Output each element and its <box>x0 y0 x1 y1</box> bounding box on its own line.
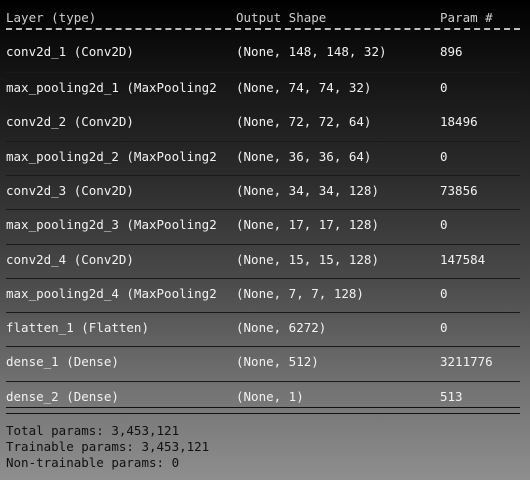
row-separator <box>6 106 520 107</box>
layer-name: dense_2 (Dense) <box>6 389 119 404</box>
param-count: 0 <box>440 217 448 232</box>
trainable-params: Trainable params: 3,453,121 <box>6 439 210 454</box>
table-row: max_pooling2d_4 (MaxPooling2 (None, 7, 7… <box>6 286 520 302</box>
table-row: conv2d_1 (Conv2D) (None, 148, 148, 32) 8… <box>6 44 520 60</box>
row-separator <box>6 278 520 279</box>
header-layer-type: Layer (type) <box>6 10 97 25</box>
row-separator <box>6 72 520 73</box>
output-shape: (None, 34, 34, 128) <box>236 183 379 198</box>
param-count: 0 <box>440 149 448 164</box>
layer-name: dense_1 (Dense) <box>6 354 119 369</box>
output-shape: (None, 36, 36, 64) <box>236 149 372 164</box>
layer-name: max_pooling2d_4 (MaxPooling2 <box>6 286 217 301</box>
output-shape: (None, 6272) <box>236 320 327 335</box>
row-separator <box>6 312 520 313</box>
layer-name: max_pooling2d_1 (MaxPooling2 <box>6 80 217 95</box>
param-count: 73856 <box>440 183 478 198</box>
header-param-count: Param # <box>440 10 493 25</box>
row-separator <box>6 381 520 382</box>
param-count: 0 <box>440 80 448 95</box>
layer-name: conv2d_1 (Conv2D) <box>6 44 134 59</box>
row-separator <box>6 209 520 210</box>
table-row: dense_1 (Dense) (None, 512) 3211776 <box>6 354 520 370</box>
model-summary: Layer (type) Output Shape Param # conv2d… <box>0 0 530 480</box>
layer-name: conv2d_2 (Conv2D) <box>6 114 134 129</box>
summary-header: Layer (type) Output Shape Param # <box>6 10 520 25</box>
param-count: 18496 <box>440 114 478 129</box>
layer-name: conv2d_4 (Conv2D) <box>6 252 134 267</box>
table-row: flatten_1 (Flatten) (None, 6272) 0 <box>6 320 520 336</box>
row-separator <box>6 346 520 347</box>
output-shape: (None, 17, 17, 128) <box>236 217 379 232</box>
totals-rule <box>6 407 520 414</box>
output-shape: (None, 1) <box>236 389 304 404</box>
param-count: 896 <box>440 44 463 59</box>
layer-name: conv2d_3 (Conv2D) <box>6 183 134 198</box>
row-separator <box>6 175 520 176</box>
table-row: max_pooling2d_1 (MaxPooling2 (None, 74, … <box>6 80 520 96</box>
output-shape: (None, 74, 74, 32) <box>236 80 372 95</box>
output-shape: (None, 512) <box>236 354 319 369</box>
param-count: 0 <box>440 320 448 335</box>
non-trainable-params: Non-trainable params: 0 <box>6 455 180 470</box>
table-row: conv2d_2 (Conv2D) (None, 72, 72, 64) 184… <box>6 114 520 130</box>
layer-name: max_pooling2d_3 (MaxPooling2 <box>6 217 217 232</box>
table-row: max_pooling2d_3 (MaxPooling2 (None, 17, … <box>6 217 520 233</box>
param-count: 513 <box>440 389 463 404</box>
param-count: 3211776 <box>440 354 493 369</box>
layer-name: max_pooling2d_2 (MaxPooling2 <box>6 149 217 164</box>
layer-name: flatten_1 (Flatten) <box>6 320 149 335</box>
header-rule <box>6 28 520 30</box>
row-separator <box>6 141 520 142</box>
table-row: dense_2 (Dense) (None, 1) 513 <box>6 389 520 405</box>
header-output-shape: Output Shape <box>236 10 327 25</box>
table-row: conv2d_3 (Conv2D) (None, 34, 34, 128) 73… <box>6 183 520 199</box>
param-count: 0 <box>440 286 448 301</box>
output-shape: (None, 15, 15, 128) <box>236 252 379 267</box>
row-separator <box>6 244 520 245</box>
table-row: max_pooling2d_2 (MaxPooling2 (None, 36, … <box>6 149 520 165</box>
table-row: conv2d_4 (Conv2D) (None, 15, 15, 128) 14… <box>6 252 520 268</box>
output-shape: (None, 7, 7, 128) <box>236 286 364 301</box>
params-summary: Total params: 3,453,121 Trainable params… <box>6 423 520 471</box>
output-shape: (None, 72, 72, 64) <box>236 114 372 129</box>
total-params: Total params: 3,453,121 <box>6 423 180 438</box>
output-shape: (None, 148, 148, 32) <box>236 44 387 59</box>
param-count: 147584 <box>440 252 486 267</box>
